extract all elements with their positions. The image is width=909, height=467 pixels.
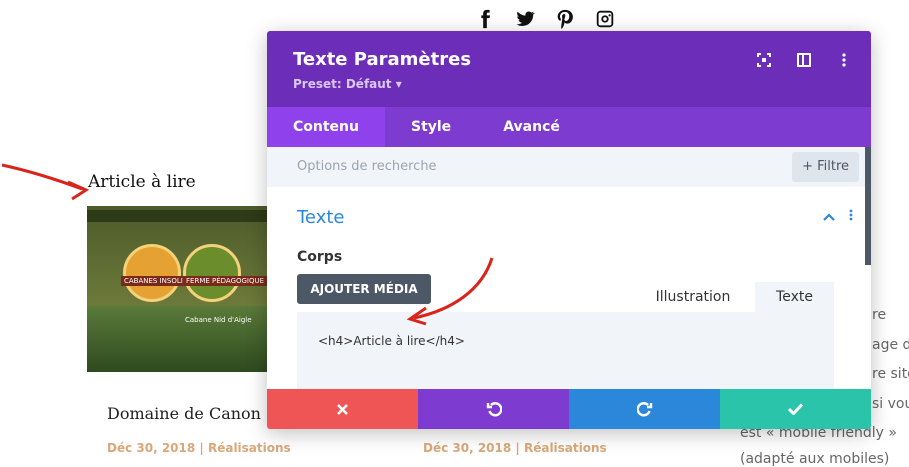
- close-icon: [337, 403, 348, 415]
- badge-ferme-label: FERME PÉDAGOGIQUE: [183, 276, 268, 286]
- fullscreen-icon[interactable]: [755, 51, 773, 69]
- filter-button[interactable]: + Filtre: [792, 152, 859, 182]
- side-text-line: age d: [872, 337, 909, 353]
- editor-tab-visual[interactable]: Illustration: [633, 282, 753, 312]
- badge-cabanes: [123, 244, 181, 302]
- modal-header: Texte Paramètres Preset: Défaut ▾: [267, 31, 871, 107]
- search-options-input[interactable]: Options de recherche: [297, 159, 437, 174]
- social-icons: [474, 8, 616, 30]
- undo-icon: [486, 402, 502, 417]
- sidebar-layout-icon[interactable]: [795, 51, 813, 69]
- section-title[interactable]: Texte: [297, 207, 344, 228]
- undo-button[interactable]: [418, 389, 569, 429]
- post-meta: Déc 30, 2018 | Réalisations: [107, 441, 291, 455]
- tab-style[interactable]: Style: [385, 107, 477, 147]
- post-title[interactable]: Domaine de Canon: [107, 404, 261, 423]
- annotation-arrow-left: [1, 163, 90, 201]
- redo-icon: [636, 402, 652, 417]
- cancel-button[interactable]: [267, 389, 418, 429]
- tab-avance[interactable]: Avancé: [477, 107, 586, 147]
- scrollbar[interactable]: [865, 147, 871, 265]
- check-icon: [788, 403, 803, 415]
- modal-title: Texte Paramètres: [293, 49, 472, 70]
- instagram-icon[interactable]: [594, 8, 616, 30]
- pinterest-icon[interactable]: [554, 8, 576, 30]
- text-editor[interactable]: <h4>Article à lire</h4>: [297, 312, 834, 392]
- tab-contenu[interactable]: Contenu: [267, 107, 385, 147]
- preset-dropdown[interactable]: Preset: Défaut ▾: [293, 77, 402, 91]
- twitter-icon[interactable]: [514, 8, 536, 30]
- more-options-icon[interactable]: [835, 51, 853, 69]
- editor-content[interactable]: <h4>Article à lire</h4>: [318, 334, 465, 348]
- save-button[interactable]: [720, 389, 871, 429]
- side-text-line: re site: [872, 366, 909, 382]
- redo-button[interactable]: [569, 389, 720, 429]
- chevron-up-icon[interactable]: [823, 209, 835, 225]
- post-meta-2: Déc 30, 2018 | Réalisations: [423, 441, 607, 455]
- field-label: Corps: [297, 249, 343, 265]
- editor-tab-text[interactable]: Texte: [755, 282, 834, 312]
- settings-modal: Texte Paramètres Preset: Défaut ▾ Conten…: [267, 31, 871, 429]
- add-media-button[interactable]: AJOUTER MÉDIA: [297, 274, 431, 304]
- modal-tabs: Contenu Style Avancé: [267, 107, 871, 147]
- badge-ferme: [183, 244, 241, 302]
- facebook-icon[interactable]: [474, 8, 496, 30]
- side-text-line: si vou: [872, 396, 909, 412]
- article-heading: Article à lire: [88, 172, 196, 192]
- search-bar: Options de recherche + Filtre: [267, 147, 871, 187]
- side-text-line: (adapté aux mobiles): [740, 451, 890, 467]
- post-thumbnail[interactable]: CABANES INSOLITES FERME PÉDAGOGIQUE Caba…: [87, 206, 269, 372]
- thumbnail-caption: Cabane Nid d'Aigle: [185, 316, 252, 324]
- section-more-icon[interactable]: [849, 209, 853, 225]
- side-text-line: re: [872, 307, 887, 323]
- modal-footer: [267, 389, 871, 429]
